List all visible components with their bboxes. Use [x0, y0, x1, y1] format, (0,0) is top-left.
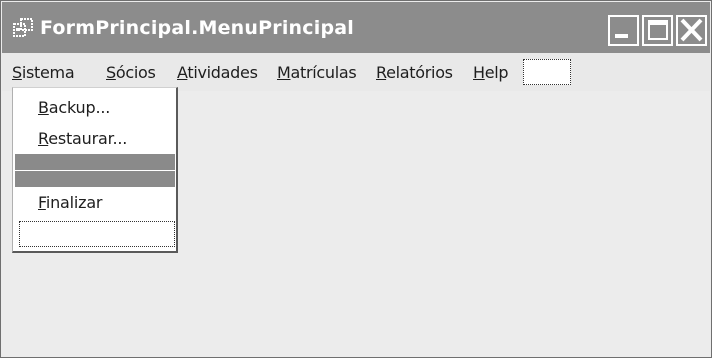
menu-help[interactable]: Help: [473, 62, 509, 84]
dropdown-new-item-slot[interactable]: [19, 221, 175, 247]
menu-new-item-slot[interactable]: [523, 59, 571, 85]
menu-sistema[interactable]: Sistema: [12, 62, 75, 84]
menu-matriculas[interactable]: Matrículas: [277, 62, 357, 84]
menu-separator: [15, 154, 175, 170]
menu-socios[interactable]: Sócios: [106, 62, 156, 84]
close-button[interactable]: [676, 15, 707, 46]
menu-bar: Sistema Sócios Atividades Matrículas Rel…: [2, 53, 710, 91]
menu-item-restaurar[interactable]: Restaurar...: [38, 128, 127, 150]
close-icon: [680, 18, 703, 42]
menu-item-finalizar[interactable]: Finalizar: [38, 192, 103, 214]
title-bar[interactable]: FormPrincipal.MenuPrincipal: [2, 2, 710, 53]
menu-atividades[interactable]: Atividades: [177, 62, 258, 84]
minimize-button[interactable]: [608, 15, 639, 46]
sistema-dropdown: Backup... Restaurar... Finalizar: [12, 87, 178, 253]
app-window-icon[interactable]: [13, 17, 35, 39]
menu-separator: [15, 171, 175, 187]
menu-relatorios[interactable]: Relatórios: [376, 62, 453, 84]
menu-item-backup[interactable]: Backup...: [38, 97, 110, 119]
main-window: FormPrincipal.MenuPrincipal Sistema Sóci…: [0, 0, 712, 358]
minimize-icon: [615, 34, 628, 38]
maximize-button[interactable]: [642, 15, 673, 46]
window-title: FormPrincipal.MenuPrincipal: [40, 17, 354, 39]
maximize-icon: [648, 20, 668, 40]
